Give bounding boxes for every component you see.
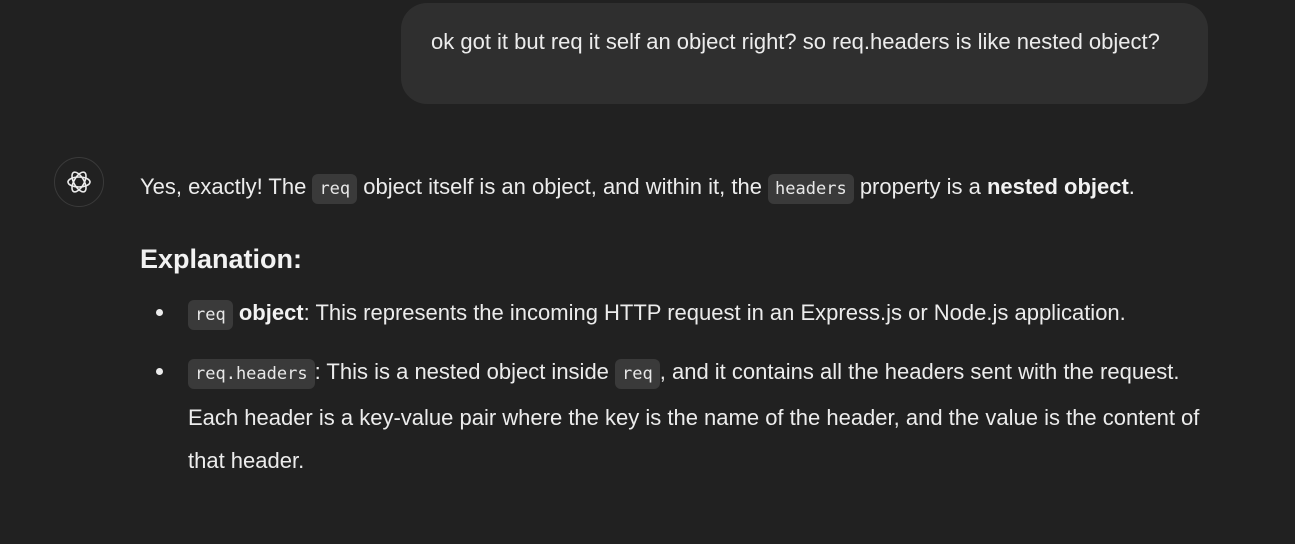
assistant-intro-paragraph: Yes, exactly! The req object itself is a… [140, 165, 1220, 211]
inline-code-req-headers: req.headers [188, 359, 315, 389]
intro-text-3: property is a [853, 174, 987, 199]
user-message-bubble: ok got it but req it self an object righ… [401, 3, 1208, 104]
intro-bold-nested-object: nested object [986, 174, 1129, 199]
inline-code-req: req [615, 359, 660, 389]
intro-text-4: . [1128, 174, 1135, 199]
assistant-message: Yes, exactly! The req object itself is a… [140, 165, 1220, 495]
bullet-text-1: : This is a nested object inside [314, 359, 616, 384]
user-message-text: ok got it but req it self an object righ… [431, 29, 1160, 54]
assistant-avatar [54, 157, 104, 207]
bullet-bold-label: object [238, 300, 304, 325]
inline-code-headers: headers [768, 174, 854, 204]
chat-page: ok got it but req it self an object righ… [0, 0, 1295, 544]
explanation-list: req object: This represents the incoming… [140, 291, 1220, 482]
explanation-heading: Explanation: [140, 244, 303, 274]
intro-text-2: object itself is an object, and within i… [357, 174, 769, 199]
list-item: req object: This represents the incoming… [156, 291, 1220, 337]
intro-text-1: Yes, exactly! The [140, 174, 313, 199]
list-item: req.headers: This is a nested object ins… [156, 350, 1220, 482]
bullet-text: : This represents the incoming HTTP requ… [303, 300, 1126, 325]
inline-code-req: req [312, 174, 358, 204]
openai-logo-icon [67, 171, 91, 193]
inline-code-req: req [188, 300, 233, 330]
